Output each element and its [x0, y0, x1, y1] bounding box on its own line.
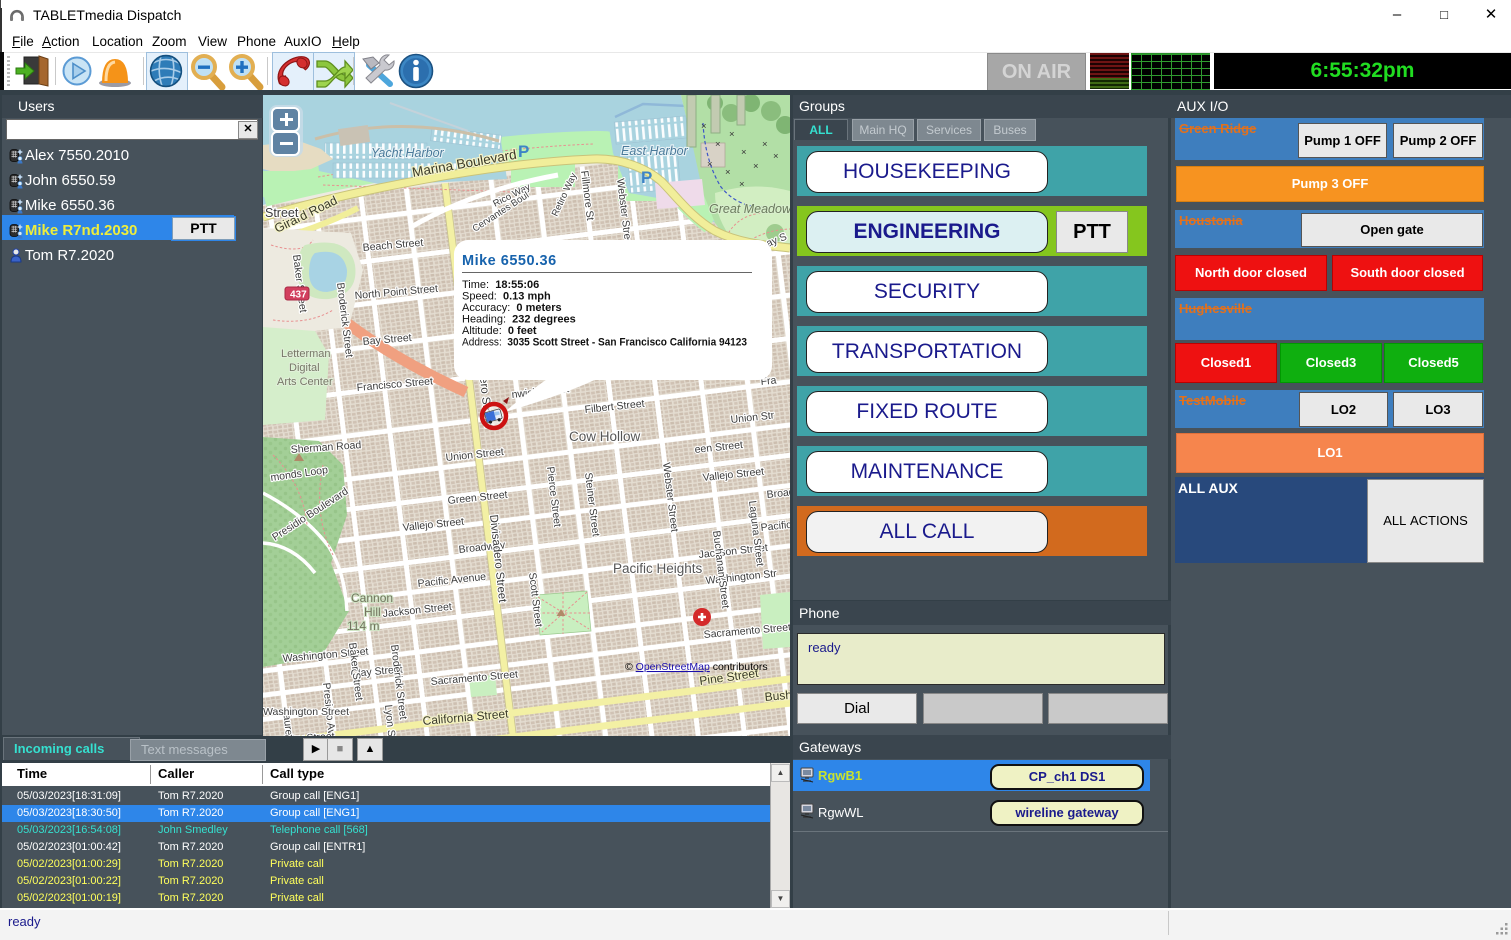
svg-text:East Harbor: East Harbor	[621, 144, 689, 158]
svg-text:Bush S: Bush S	[764, 687, 790, 704]
svg-text:Cannon: Cannon	[351, 591, 393, 605]
svg-text:×: ×	[729, 129, 735, 140]
svg-text:Hill: Hill	[364, 605, 381, 619]
svg-text:Washington Street: Washington Street	[263, 706, 349, 718]
svg-text:Great Meadow: Great Meadow	[709, 202, 790, 216]
svg-text:Pacific Heights: Pacific Heights	[613, 561, 703, 576]
svg-text:Street: Street	[265, 206, 299, 220]
svg-text:Broad: Broad	[766, 486, 790, 501]
svg-text:×: ×	[725, 167, 731, 178]
svg-text:×: ×	[707, 159, 713, 170]
svg-text:Time: 18:55:06: Time: 18:55:06	[462, 279, 539, 291]
svg-text:P: P	[641, 168, 652, 187]
svg-text:Mike 6550.36: Mike 6550.36	[462, 253, 557, 269]
svg-text:×: ×	[701, 121, 707, 132]
svg-text:×: ×	[773, 151, 779, 162]
svg-text:© OpenStreetMap contributors: © OpenStreetMap contributors	[625, 661, 768, 673]
svg-text:Accuracy: 0 meters: Accuracy: 0 meters	[462, 302, 562, 314]
svg-text:Cow Hollow: Cow Hollow	[569, 429, 641, 444]
svg-text:×: ×	[753, 161, 759, 172]
svg-text:P: P	[518, 142, 529, 161]
svg-text:Yacht Harbor: Yacht Harbor	[371, 146, 445, 160]
svg-text:Letterman: Letterman	[281, 348, 331, 360]
svg-text:437: 437	[290, 290, 307, 301]
svg-text:×: ×	[715, 139, 721, 150]
svg-text:Address: 3035 Scott Street -: Address: 3035 Scott Street - San Francis…	[462, 337, 747, 349]
svg-text:×: ×	[741, 147, 747, 158]
svg-text:Digital: Digital	[289, 362, 320, 374]
svg-text:114 m: 114 m	[347, 619, 379, 633]
svg-text:Heading: 232 degrees: Heading: 232 degrees	[462, 314, 576, 326]
svg-text:×: ×	[762, 139, 768, 150]
svg-text:Speed: 0.13 mph: Speed: 0.13 mph	[462, 291, 551, 303]
svg-text:×: ×	[739, 179, 745, 190]
svg-text:Arts Center: Arts Center	[277, 376, 333, 388]
svg-text:Altitude: 0 feet: Altitude: 0 feet	[462, 325, 537, 337]
